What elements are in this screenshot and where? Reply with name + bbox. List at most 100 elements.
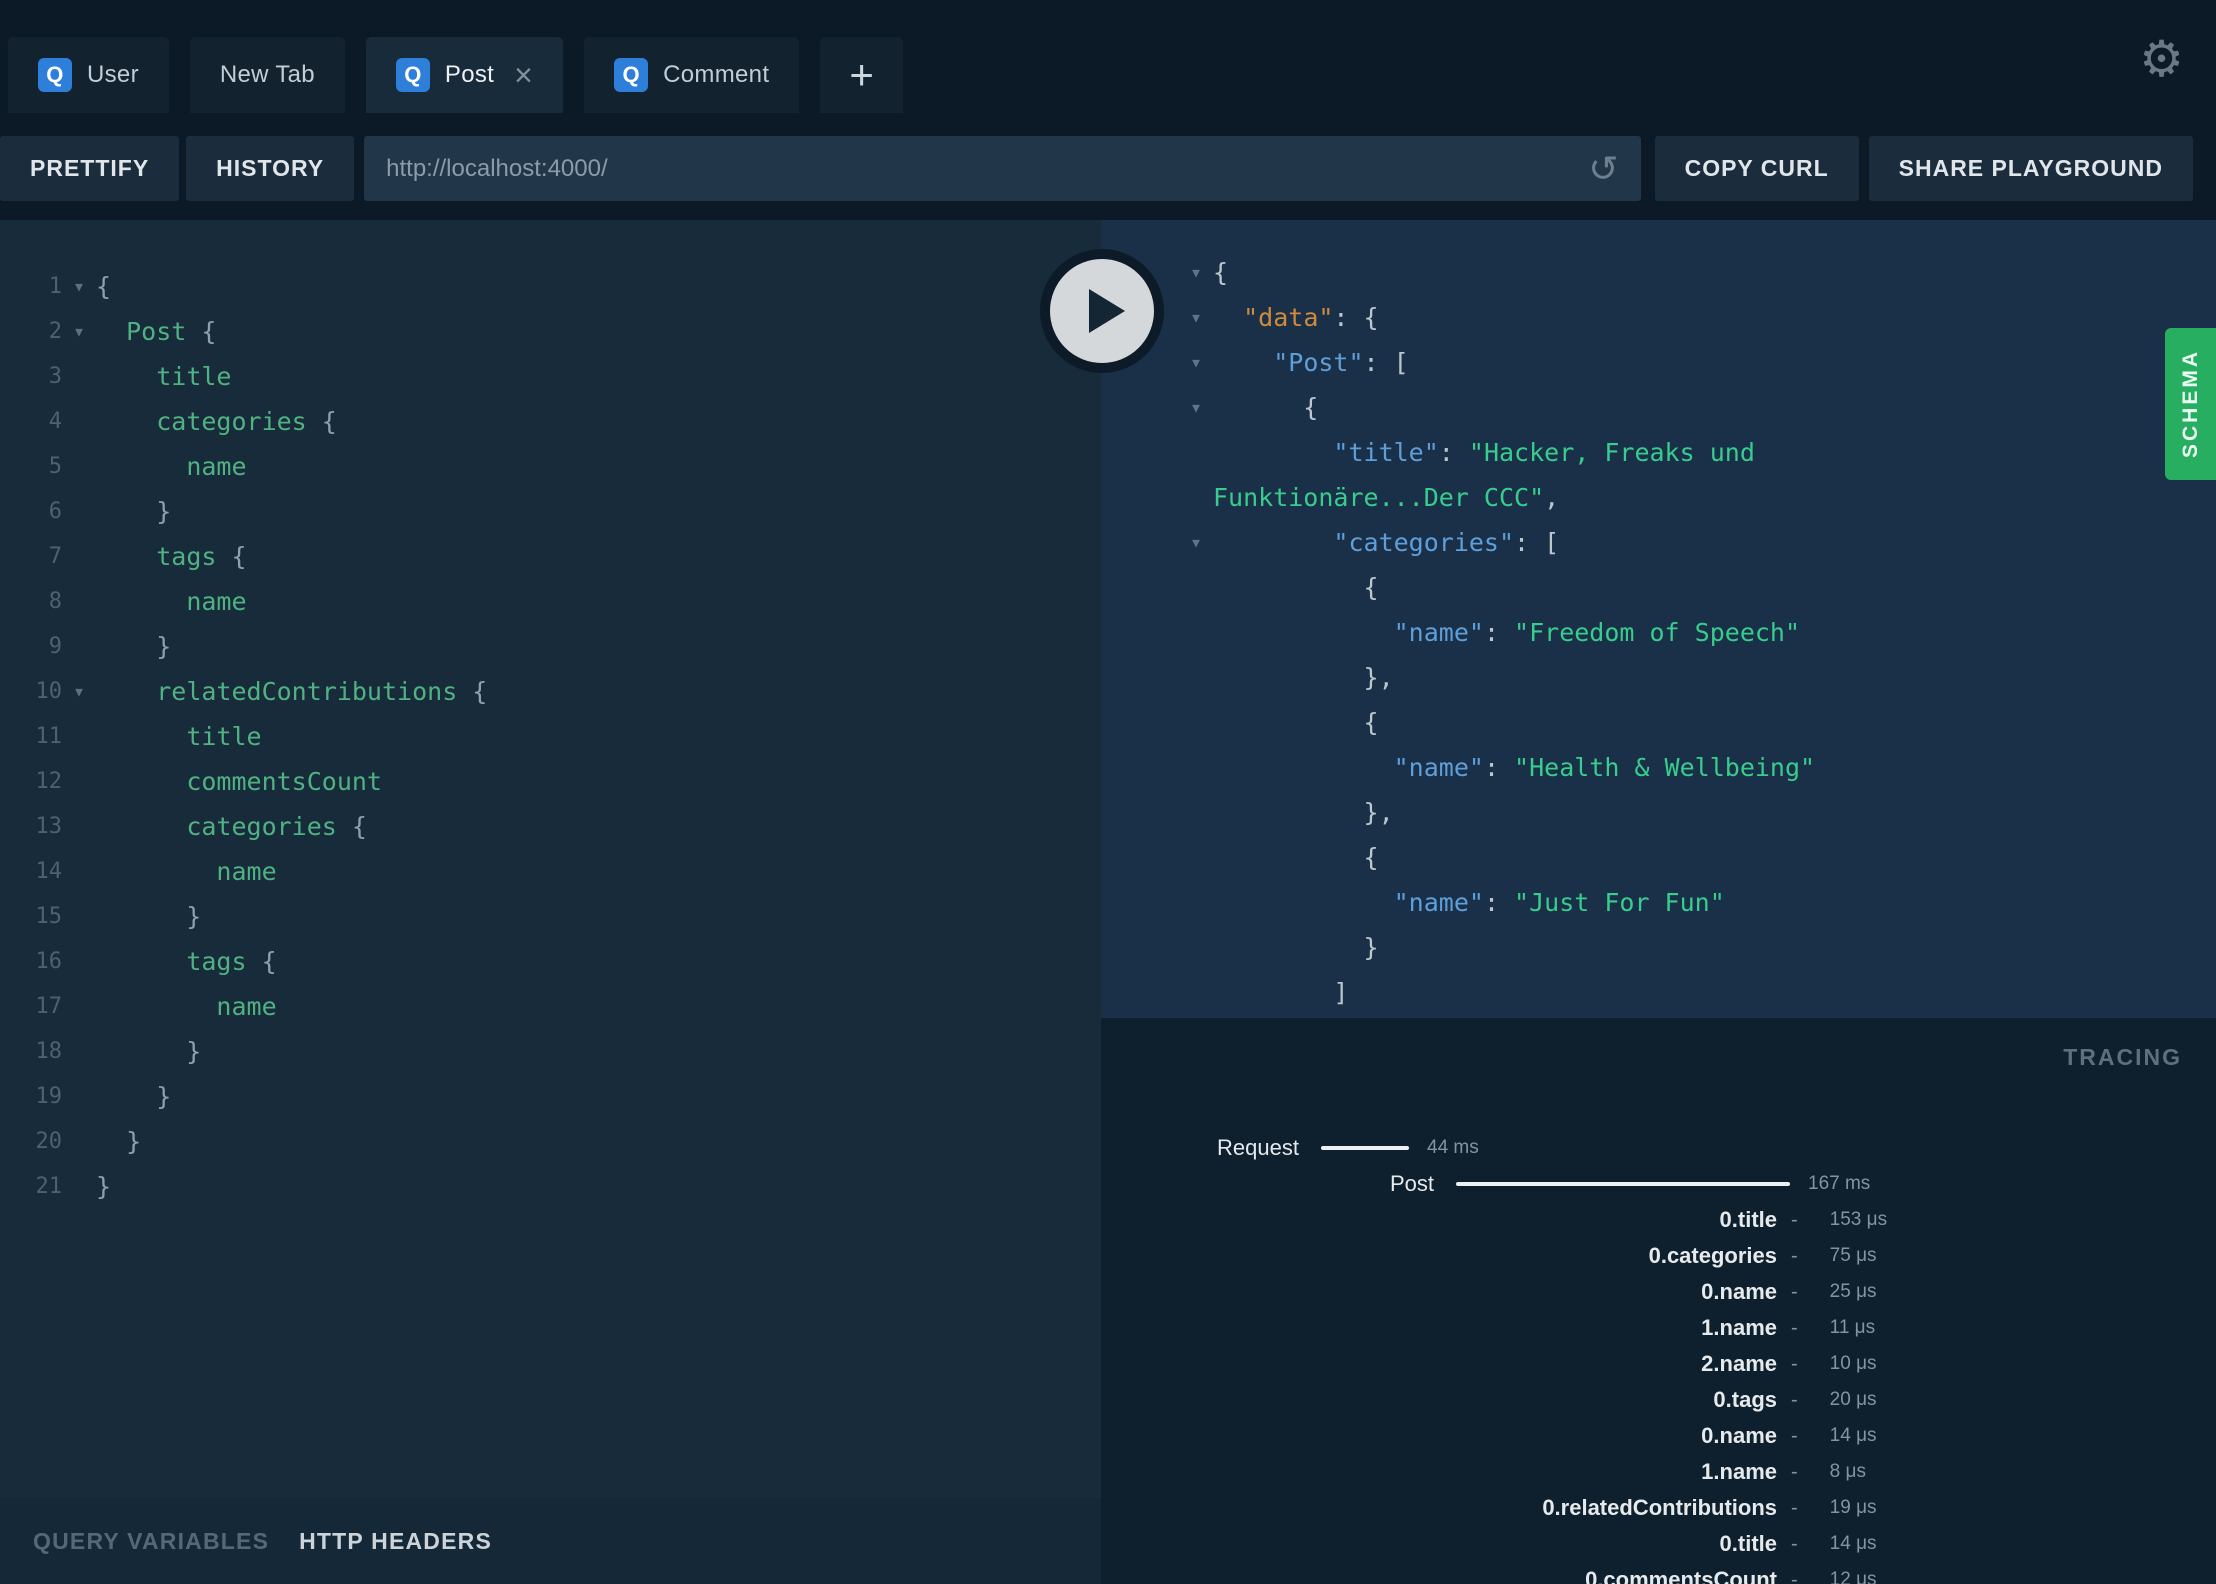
trace-label: 0.categories — [1648, 1243, 1777, 1268]
query-type-badge: Q — [395, 58, 430, 92]
trace-row: 1.name - 11 μs — [1101, 1310, 2216, 1346]
response-pane[interactable]: ▾{▾ "data": {▾ "Post": [▾ { "title": "Ha… — [1101, 220, 2216, 1018]
http-headers-tab[interactable]: HTTP HEADERS — [299, 1528, 492, 1555]
trace-dash: - — [1791, 1424, 1798, 1447]
editor-line: 19 } — [0, 1074, 1101, 1119]
editor-line: 1 ▾{ — [0, 264, 1101, 309]
tab-bar: Q User New Tab Q Post × Q Comment + ⚙ — [0, 0, 2216, 113]
trace-label: 1.name — [1701, 1315, 1777, 1340]
fold-gutter — [1179, 655, 1213, 700]
trace-label: 1.name — [1701, 1459, 1777, 1484]
url-field-wrap: ↺ — [364, 136, 1641, 201]
editor-line: 20 } — [0, 1119, 1101, 1164]
prettify-button[interactable]: PRETTIFY — [0, 136, 180, 201]
code-text: } — [96, 1127, 142, 1156]
url-input[interactable] — [364, 136, 1641, 201]
response-text: "name": "Health & Wellbeing" — [1393, 753, 1816, 782]
fold-gutter — [62, 714, 96, 759]
fold-gutter — [1179, 835, 1213, 880]
line-number: 5 — [48, 454, 62, 479]
trace-time: 8 μs — [1829, 1461, 1866, 1482]
fold-gutter — [1179, 475, 1213, 520]
code-text: Post { — [126, 317, 217, 346]
tab-new-tab[interactable]: New Tab — [189, 37, 345, 113]
tab-post[interactable]: Q Post × — [365, 37, 564, 113]
execute-button[interactable] — [1040, 249, 1164, 373]
trace-label: 0.relatedContributions — [1542, 1495, 1777, 1520]
trace-label: 0.name — [1701, 1279, 1777, 1304]
close-tab-icon[interactable]: × — [514, 59, 533, 91]
fold-gutter — [1179, 925, 1213, 970]
editor-footer: QUERY VARIABLES HTTP HEADERS — [0, 1498, 1101, 1584]
tab-comment[interactable]: Q Comment — [584, 37, 800, 113]
fold-gutter — [62, 534, 96, 579]
editor-line: 2 ▾ Post { — [0, 309, 1101, 354]
code-text: } — [96, 497, 172, 526]
fold-gutter — [62, 1074, 96, 1119]
query-type-badge: Q — [38, 58, 72, 92]
code-text: } — [96, 1172, 112, 1201]
line-number: 12 — [35, 769, 63, 794]
plus-icon: + — [849, 51, 875, 98]
fold-gutter — [62, 489, 96, 534]
trace-time: 44 ms — [1427, 1137, 1479, 1158]
fold-gutter — [62, 849, 96, 894]
response-line: ▾{ — [1101, 250, 2216, 295]
fold-arrow-icon[interactable]: ▾ — [1179, 385, 1213, 430]
line-number: 16 — [35, 949, 63, 974]
fold-arrow-icon[interactable]: ▾ — [62, 264, 96, 309]
fold-gutter — [1179, 610, 1213, 655]
line-number: 18 — [35, 1039, 63, 1064]
fold-gutter — [62, 444, 96, 489]
fold-arrow-icon[interactable]: ▾ — [1179, 250, 1213, 295]
response-text: "name": "Freedom of Speech" — [1393, 618, 1801, 647]
editor-line: 8 name — [0, 579, 1101, 624]
line-number: 17 — [35, 994, 63, 1019]
fold-gutter — [62, 579, 96, 624]
line-number: 9 — [48, 634, 62, 659]
share-playground-button[interactable]: SHARE PLAYGROUND — [1868, 136, 2193, 201]
fold-gutter — [62, 399, 96, 444]
fold-arrow-icon[interactable]: ▾ — [62, 669, 96, 714]
tab-user[interactable]: Q User — [8, 37, 169, 113]
trace-label: 0.title — [1719, 1207, 1777, 1232]
fold-gutter — [62, 894, 96, 939]
query-variables-tab[interactable]: QUERY VARIABLES — [33, 1528, 269, 1555]
fold-gutter — [1179, 790, 1213, 835]
fold-arrow-icon[interactable]: ▾ — [1179, 295, 1213, 340]
response-line: "name": "Freedom of Speech" — [1101, 610, 2216, 655]
editor-line: 7 tags { — [0, 534, 1101, 579]
tracing-panel: TRACING Request 44 ms Post 167 ms 0.title -15… — [1101, 1018, 2216, 1584]
settings-gear-icon[interactable]: ⚙ — [2139, 34, 2184, 84]
editor-line: 15 } — [0, 894, 1101, 939]
line-number: 15 — [35, 904, 63, 929]
trace-time: 25 μs — [1829, 1281, 1877, 1302]
fold-arrow-icon[interactable]: ▾ — [1179, 340, 1213, 385]
trace-time: 75 μs — [1829, 1245, 1877, 1266]
reload-icon[interactable]: ↺ — [1588, 148, 1618, 190]
editor-line: 21} — [0, 1164, 1101, 1209]
response-text: { — [1213, 708, 1379, 737]
response-line: ▾ { — [1101, 385, 2216, 430]
code-text: relatedContributions { — [156, 677, 488, 706]
fold-arrow-icon[interactable]: ▾ — [1179, 520, 1213, 565]
copy-curl-button[interactable]: COPY CURL — [1654, 136, 1859, 201]
response-line: } — [1101, 925, 2216, 970]
line-number: 14 — [35, 859, 63, 884]
schema-tab[interactable]: SCHEMA — [2165, 328, 2216, 480]
line-number: 1 — [48, 274, 62, 299]
history-button[interactable]: HISTORY — [186, 136, 355, 201]
response-text: "data": { — [1243, 303, 1379, 332]
graphql-playground-window: Q User New Tab Q Post × Q Comment + ⚙ PRETTIFY … — [0, 0, 2216, 1584]
editor-line: 12 commentsCount — [0, 759, 1101, 804]
trace-label: 0.title — [1719, 1531, 1777, 1556]
trace-time: 19 μs — [1829, 1497, 1877, 1518]
trace-dash: - — [1791, 1316, 1798, 1339]
trace-dash: - — [1791, 1568, 1798, 1584]
query-editor[interactable]: 1 ▾{2 ▾ Post {3 title 4 categories {5 name 6… — [0, 220, 1101, 1498]
fold-gutter — [62, 1119, 96, 1164]
add-tab-button[interactable]: + — [820, 37, 904, 113]
trace-row: 0.title - 14 μs — [1101, 1526, 2216, 1562]
fold-arrow-icon[interactable]: ▾ — [62, 309, 96, 354]
trace-time: 11 μs — [1829, 1317, 1876, 1338]
